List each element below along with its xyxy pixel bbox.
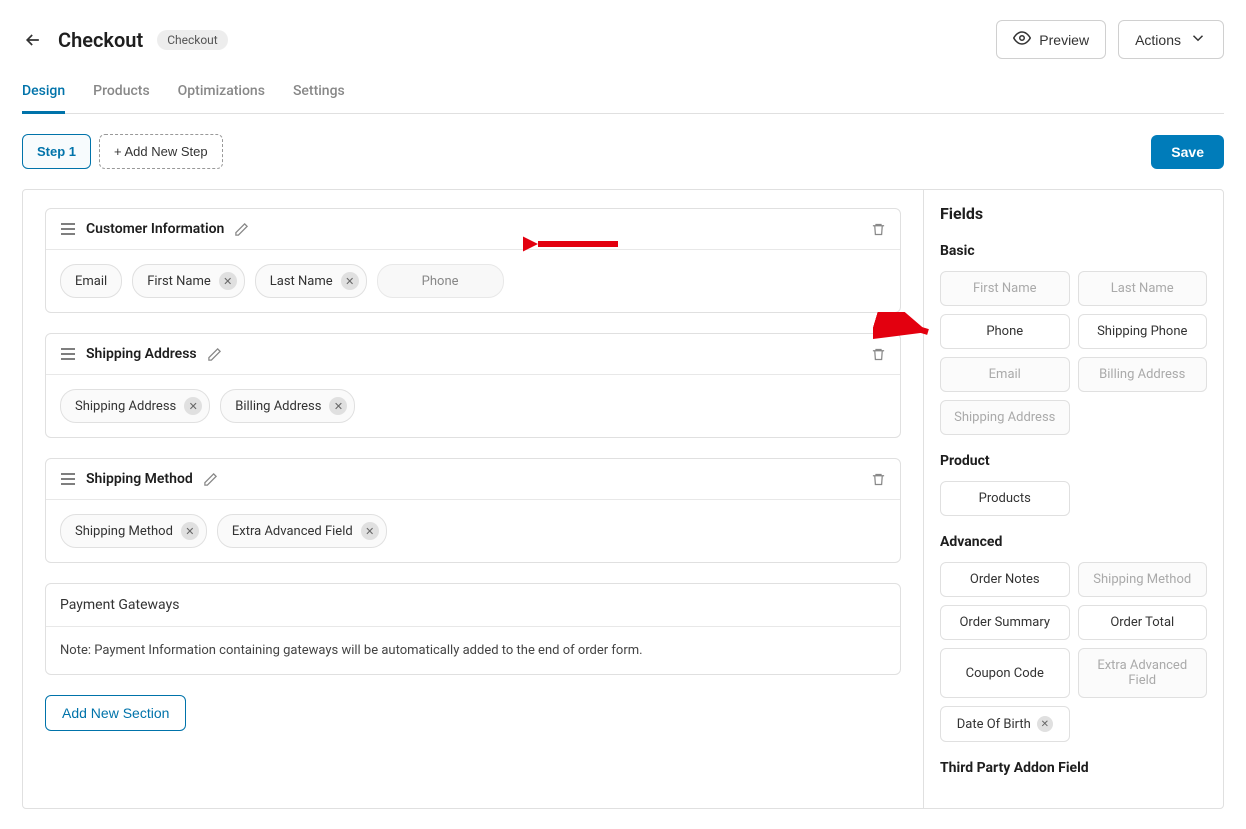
remove-icon[interactable]: ✕	[329, 397, 347, 415]
chip-extra-advanced-field[interactable]: Extra Advanced Field✕	[217, 514, 387, 548]
remove-icon[interactable]: ✕	[184, 397, 202, 415]
fields-sidebar: Fields Basic First Name Last Name Phone …	[923, 190, 1223, 808]
trash-icon[interactable]	[871, 472, 886, 487]
add-new-section-button[interactable]: Add New Section	[45, 695, 186, 731]
fields-group-product: Product	[940, 453, 1207, 469]
remove-icon[interactable]: ✕	[341, 272, 359, 290]
preview-button[interactable]: Preview	[996, 20, 1106, 59]
remove-icon[interactable]: ✕	[219, 272, 237, 290]
section-shipping-method: Shipping Method Shipping Method✕ Extra A…	[45, 458, 901, 563]
field-shipping-phone[interactable]: Shipping Phone	[1078, 314, 1208, 349]
field-extra-advanced: Extra Advanced Field	[1078, 648, 1208, 698]
tab-design[interactable]: Design	[22, 81, 65, 113]
top-tabs: Design Products Optimizations Settings	[22, 81, 1224, 114]
remove-icon[interactable]: ✕	[181, 522, 199, 540]
field-order-notes[interactable]: Order Notes	[940, 562, 1070, 597]
step-1-button[interactable]: Step 1	[22, 134, 91, 169]
save-button[interactable]: Save	[1151, 135, 1224, 169]
page-title: Checkout	[58, 28, 143, 52]
pencil-icon[interactable]	[234, 222, 249, 237]
section-payment-gateways: Payment Gateways Note: Payment Informati…	[45, 583, 901, 675]
remove-icon[interactable]: ✕	[361, 522, 379, 540]
chip-first-name[interactable]: First Name✕	[132, 264, 245, 298]
field-shipping-method: Shipping Method	[1078, 562, 1208, 597]
fields-group-basic: Basic	[940, 243, 1207, 259]
remove-icon[interactable]: ✕	[1037, 716, 1053, 732]
section-title: Shipping Method	[86, 471, 193, 487]
field-date-of-birth[interactable]: Date Of Birth ✕	[940, 706, 1070, 742]
chip-phone-ghost[interactable]: Phone	[377, 264, 504, 298]
trash-icon[interactable]	[871, 347, 886, 362]
chip-billing-address[interactable]: Billing Address✕	[220, 389, 355, 423]
field-first-name: First Name	[940, 271, 1070, 306]
field-shipping-address: Shipping Address	[940, 400, 1070, 435]
fields-group-third-party: Third Party Addon Field	[940, 760, 1207, 776]
eye-icon	[1013, 29, 1031, 50]
back-arrow[interactable]	[22, 29, 44, 51]
section-title: Customer Information	[86, 221, 224, 237]
field-last-name: Last Name	[1078, 271, 1208, 306]
fields-heading: Fields	[940, 204, 1207, 223]
pencil-icon[interactable]	[207, 347, 222, 362]
payment-gateways-title: Payment Gateways	[46, 584, 900, 627]
section-title: Shipping Address	[86, 346, 197, 362]
page-type-badge: Checkout	[157, 30, 228, 50]
drag-handle-icon[interactable]	[60, 222, 76, 236]
field-products[interactable]: Products	[940, 481, 1070, 516]
tab-optimizations[interactable]: Optimizations	[178, 81, 265, 113]
field-coupon-code[interactable]: Coupon Code	[940, 648, 1070, 698]
tab-products[interactable]: Products	[93, 81, 150, 113]
field-email: Email	[940, 357, 1070, 392]
section-shipping-address: Shipping Address Shipping Address✕ Billi…	[45, 333, 901, 438]
chip-last-name[interactable]: Last Name✕	[255, 264, 367, 298]
actions-label: Actions	[1135, 32, 1181, 48]
chip-email[interactable]: Email	[60, 264, 122, 298]
actions-button[interactable]: Actions	[1118, 20, 1224, 59]
trash-icon[interactable]	[871, 222, 886, 237]
fields-group-advanced: Advanced	[940, 534, 1207, 550]
preview-label: Preview	[1039, 32, 1089, 48]
pencil-icon[interactable]	[203, 472, 218, 487]
section-customer-information: Customer Information Email First Name✕ L…	[45, 208, 901, 313]
field-order-summary[interactable]: Order Summary	[940, 605, 1070, 640]
chip-shipping-address[interactable]: Shipping Address✕	[60, 389, 210, 423]
tab-settings[interactable]: Settings	[293, 81, 345, 113]
chip-shipping-method[interactable]: Shipping Method✕	[60, 514, 207, 548]
field-billing-address: Billing Address	[1078, 357, 1208, 392]
chevron-down-icon	[1189, 29, 1207, 50]
drag-handle-icon[interactable]	[60, 347, 76, 361]
field-order-total[interactable]: Order Total	[1078, 605, 1208, 640]
add-step-button[interactable]: + Add New Step	[99, 134, 223, 169]
drag-handle-icon[interactable]	[60, 472, 76, 486]
field-phone[interactable]: Phone	[940, 314, 1070, 349]
payment-gateways-note: Note: Payment Information containing gat…	[46, 627, 900, 674]
